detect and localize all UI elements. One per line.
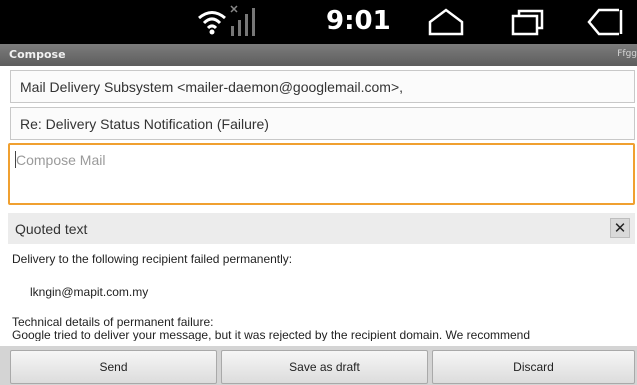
compose-body-input[interactable]: Compose Mail bbox=[8, 143, 635, 205]
to-value: Mail Delivery Subsystem <mailer-daemon@g… bbox=[20, 79, 404, 95]
quoted-text-label: Quoted text bbox=[15, 221, 88, 237]
recent-apps-icon[interactable] bbox=[507, 6, 547, 38]
wifi-icon bbox=[198, 11, 226, 35]
back-icon[interactable] bbox=[583, 6, 627, 38]
page-title: Compose bbox=[9, 48, 66, 61]
home-icon[interactable] bbox=[426, 6, 466, 38]
quoted-line-details-header: Technical details of permanent failure: bbox=[12, 315, 214, 329]
quoted-text-header: Quoted text ✕ bbox=[8, 213, 635, 244]
account-label: Ffgg bbox=[617, 49, 637, 59]
signal-icon bbox=[230, 5, 255, 36]
send-button[interactable]: Send bbox=[10, 350, 217, 384]
subject-value: Re: Delivery Status Notification (Failur… bbox=[20, 116, 269, 132]
discard-button[interactable]: Discard bbox=[432, 350, 635, 384]
quoted-line-recipient: lkngin@mapit.com.my bbox=[30, 285, 149, 299]
title-bar: Compose Ffgg bbox=[0, 44, 637, 66]
save-draft-button[interactable]: Save as draft bbox=[221, 350, 428, 384]
quoted-line-failed: Delivery to the following recipient fail… bbox=[12, 252, 293, 266]
quoted-line-details-text: Google tried to deliver your message, bu… bbox=[12, 328, 632, 341]
quoted-line-details-text-content: Google tried to deliver your message, bu… bbox=[12, 328, 531, 341]
compose-placeholder: Compose Mail bbox=[16, 152, 106, 168]
subject-field[interactable]: Re: Delivery Status Notification (Failur… bbox=[10, 107, 635, 140]
status-clock: 9:01 bbox=[326, 6, 391, 36]
to-field[interactable]: Mail Delivery Subsystem <mailer-daemon@g… bbox=[10, 70, 635, 103]
status-bar: 9:01 bbox=[0, 0, 637, 44]
close-icon[interactable]: ✕ bbox=[610, 218, 630, 238]
